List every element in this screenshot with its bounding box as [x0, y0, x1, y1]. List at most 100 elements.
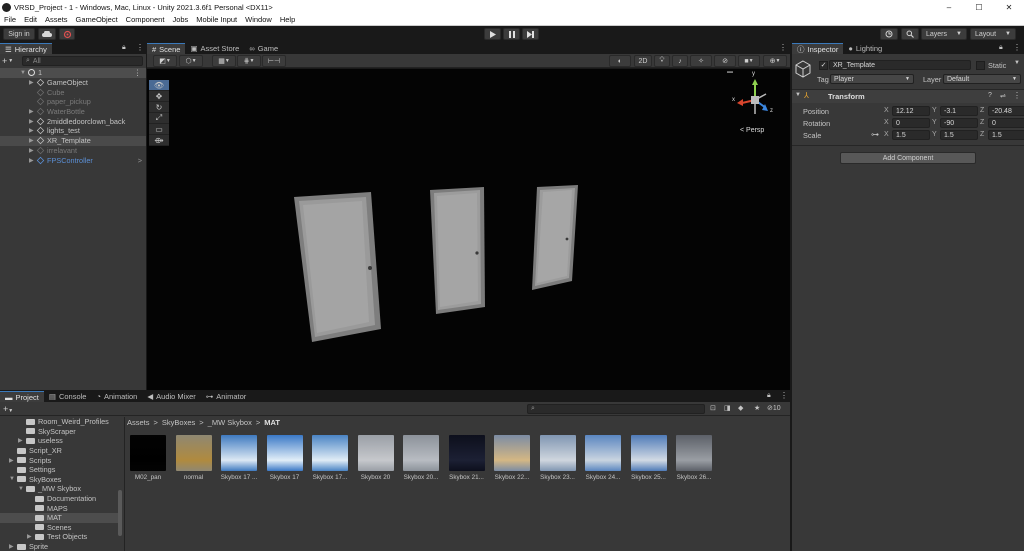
lock-icon[interactable]: 🔒︎ [767, 392, 771, 400]
favorite-star-icon[interactable]: ★ [754, 404, 760, 412]
asset-item[interactable]: Skybox 17... [309, 435, 351, 481]
align-dropdown[interactable]: ⊢⊣ [262, 55, 286, 67]
folder-expand-icon[interactable]: ▶ [27, 533, 35, 540]
hierarchy-item[interactable]: ▶ XR_Template [0, 135, 146, 146]
gizmo-lock-icon[interactable]: ▬ [727, 69, 733, 75]
door-middle[interactable] [430, 187, 485, 314]
tab-lighting[interactable]: ● Lighting [843, 43, 887, 54]
project-folder-item[interactable]: ▶ Scripts [0, 455, 122, 465]
rotation-axis-label[interactable]: Y [932, 119, 937, 126]
more-options-icon[interactable]: ⋮ [1013, 91, 1021, 100]
layout-dropdown[interactable]: Layout ▼ [970, 28, 1016, 40]
tab-audio-mixer[interactable]: ◀ Audio Mixer [142, 391, 200, 402]
filter-by-type-icon[interactable]: ◨ [724, 404, 731, 412]
scene-visibility-toggle[interactable]: ⊘ [714, 55, 736, 67]
chevron-right-icon[interactable]: ▶ [29, 137, 37, 144]
project-folder-item[interactable]: MAT [0, 512, 122, 523]
scale-axis-label[interactable]: Y [932, 131, 937, 138]
project-folder-item[interactable]: SkyScraper [0, 427, 122, 437]
gizmos-dropdown[interactable]: ⊕ ▼ [763, 55, 787, 67]
tab-inspector[interactable]: ⓘ Inspector [792, 43, 844, 54]
create-asset-button[interactable]: +▼ [3, 404, 13, 414]
tree-scrollbar[interactable] [118, 490, 122, 536]
filter-by-label-icon[interactable]: ◆ [738, 404, 743, 412]
project-folder-item[interactable]: Scenes [0, 523, 122, 533]
rotation-x-field[interactable]: 0 [892, 118, 930, 128]
search-icon[interactable] [901, 28, 919, 40]
camera-dropdown[interactable]: ■ ▼ [738, 55, 760, 67]
project-folder-item[interactable]: ▶ Sprite [0, 542, 122, 551]
position-axis-label[interactable]: X [884, 107, 889, 114]
hierarchy-search-input[interactable]: ⌕ All [22, 56, 143, 66]
menu-assets[interactable]: Assets [41, 15, 72, 24]
project-folder-item[interactable]: Documentation [0, 494, 122, 504]
help-icon[interactable]: ? [988, 92, 992, 99]
light-bulb-icon[interactable]: 💡︎ [654, 55, 670, 67]
project-folder-item[interactable]: Room_Weird_Profiles [0, 417, 122, 427]
menu-help[interactable]: Help [276, 15, 299, 24]
constrain-proportions-link-icon[interactable]: ⊶ [871, 130, 879, 139]
breadcrumb-mw-skybox[interactable]: _MW Skybox [208, 418, 252, 427]
tab-animator[interactable]: ⊶ Animator [201, 391, 252, 402]
sign-in-button[interactable]: Sign in [3, 28, 35, 40]
asset-item[interactable]: Skybox 20... [400, 435, 442, 481]
scale-axis-label[interactable]: Z [980, 131, 984, 138]
asset-item[interactable]: Skybox 26... [673, 435, 715, 481]
play-button[interactable] [484, 28, 501, 40]
minimize-button[interactable]: – [934, 3, 964, 12]
asset-item[interactable]: Skybox 22... [491, 435, 533, 481]
project-folder-item[interactable]: ▼ SkyBoxes [0, 475, 122, 485]
audio-toggle-icon[interactable]: ♪ [672, 55, 688, 67]
chevron-right-icon[interactable]: ▶ [29, 108, 37, 115]
menu-jobs[interactable]: Jobs [168, 15, 192, 24]
breadcrumb-mat[interactable]: MAT [264, 418, 280, 427]
lock-icon[interactable]: 🔒︎ [122, 44, 126, 52]
position-x-field[interactable]: 12.12 [892, 106, 930, 116]
menu-edit[interactable]: Edit [20, 15, 41, 24]
prefab-open-icon[interactable]: > [138, 156, 142, 165]
project-folder-item[interactable]: MAPS [0, 503, 122, 513]
collab-icon[interactable] [59, 28, 75, 40]
position-y-field[interactable]: -3.1 [940, 106, 978, 116]
step-button[interactable] [522, 28, 539, 40]
asset-item[interactable]: normal [173, 435, 215, 481]
scale-axis-label[interactable]: X [884, 131, 889, 138]
door-right[interactable] [532, 185, 578, 290]
rotation-axis-label[interactable]: Z [980, 119, 984, 126]
hierarchy-item[interactable]: ▶ WaterBottle [0, 107, 146, 117]
add-object-button[interactable]: + ▼ [2, 56, 18, 66]
asset-item[interactable]: M02_pan [127, 435, 169, 481]
tab-asset-store[interactable]: ▣ Asset Store [185, 43, 244, 54]
lock-icon[interactable]: 🔒︎ [999, 44, 1003, 52]
object-name-field[interactable]: XR_Template [829, 60, 971, 70]
menu-file[interactable]: File [0, 15, 20, 24]
asset-item[interactable]: Skybox 17 ... [218, 435, 260, 481]
rotation-axis-label[interactable]: X [884, 119, 889, 126]
grid-snap-dropdown[interactable]: ▦ ▼ [212, 55, 236, 67]
rotation-y-field[interactable]: -90 [940, 118, 978, 128]
menu-mobile-input[interactable]: Mobile Input [192, 15, 241, 24]
tab-animation[interactable]: ◔ Animation [91, 391, 142, 402]
perspective-label[interactable]: < Persp [740, 127, 764, 134]
project-search-input[interactable]: ⌕ [527, 404, 705, 414]
asset-item[interactable]: Skybox 23... [537, 435, 579, 481]
project-folder-item[interactable]: ▼ _MW Skybox [0, 484, 122, 494]
scene-row[interactable]: ▼ 1 ⋮ [0, 68, 146, 78]
orientation-gizmo[interactable]: y x z [730, 71, 780, 125]
scale-x-field[interactable]: 1.5 [892, 130, 930, 140]
static-checkbox[interactable] [976, 61, 985, 70]
project-folder-item[interactable]: ▶ Test Objects [0, 532, 122, 542]
more-options-icon[interactable]: ⋮ [136, 43, 144, 52]
close-window-button[interactable]: ✕ [994, 3, 1024, 12]
effects-dropdown[interactable]: ✧ [690, 55, 712, 67]
menu-component[interactable]: Component [122, 15, 169, 24]
asset-item[interactable]: Skybox 17 [264, 435, 306, 481]
render-mode-dropdown[interactable]: ⬡ ▼ [179, 55, 203, 67]
lighting-toggle[interactable]: ◐ [609, 55, 631, 67]
hierarchy-item[interactable]: ▶ GameObject [0, 78, 146, 88]
hierarchy-item[interactable]: paper_pickup [0, 97, 146, 107]
project-folder-item[interactable]: Settings [0, 465, 122, 475]
asset-item[interactable]: Skybox 24... [582, 435, 624, 481]
scene-viewport[interactable]: 👁︎ ✥ ↻ ⤢ ▭ ⟴ y x z < Persp ▬ [147, 69, 790, 390]
more-options-icon[interactable]: ⋮ [134, 68, 141, 77]
